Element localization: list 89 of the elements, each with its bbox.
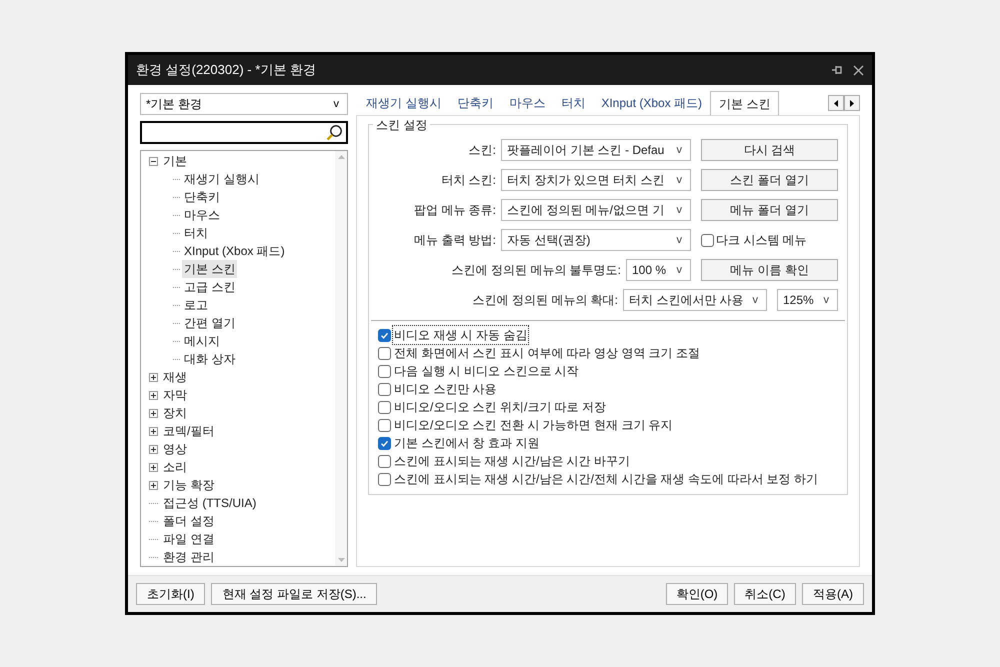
checkbox-label[interactable]: 다크 시스템 메뉴	[716, 231, 807, 249]
checkbox-label[interactable]: 스킨에 표시되는 재생 시간/남은 시간 바꾸기	[393, 452, 632, 470]
checkbox-label[interactable]: 비디오 스킨만 사용	[393, 380, 498, 398]
collapse-icon[interactable]	[149, 156, 158, 166]
tree-item[interactable]: 고급 스킨	[182, 278, 238, 296]
tree-item[interactable]: 단축키	[182, 188, 222, 206]
checkbox[interactable]	[378, 454, 391, 468]
checkbox[interactable]	[378, 472, 391, 486]
dropdown[interactable]: 자동 선택(권장) v	[501, 229, 691, 251]
search-field[interactable]	[140, 121, 348, 144]
field-label: 팝업 메뉴 종류:	[414, 202, 496, 219]
tree-item[interactable]: 로고	[182, 296, 210, 314]
checkbox-label[interactable]: 비디오/오디오 스킨 위치/크기 따로 저장	[393, 398, 608, 416]
tree-item[interactable]: 파일 연결	[161, 530, 216, 548]
tree-item[interactable]: 재생기 실행시	[182, 170, 262, 188]
checkbox[interactable]	[378, 364, 391, 378]
tree-item[interactable]: 코덱/필터	[161, 422, 216, 440]
scroll-right-button[interactable]	[844, 95, 860, 111]
right-arrow-icon	[850, 100, 854, 106]
pin-icon[interactable]	[831, 64, 843, 76]
checkbox-label[interactable]: 다음 실행 시 비디오 스킨으로 시작	[393, 362, 580, 380]
close-icon[interactable]	[853, 64, 864, 76]
field-label: 스킨에 정의된 메뉴의 확대:	[472, 292, 618, 309]
tree-item[interactable]: 기능 확장	[161, 476, 216, 494]
button[interactable]: 메뉴 폴더 열기	[701, 199, 838, 221]
expand-icon[interactable]	[149, 462, 158, 472]
profile-dropdown[interactable]: *기본 환경 v	[140, 93, 348, 115]
tree-item[interactable]: 자막	[161, 386, 189, 404]
expand-icon[interactable]	[149, 390, 158, 400]
checkbox-label[interactable]: 기본 스킨에서 창 효과 지원	[393, 434, 540, 452]
tree-item[interactable]: 마우스	[182, 206, 222, 224]
tab[interactable]: 마우스	[501, 91, 554, 115]
footer-button[interactable]: 현재 설정 파일로 저장(S)...	[211, 583, 378, 605]
field-label: 메뉴 출력 방법:	[414, 232, 496, 249]
tree-item[interactable]: 메시지	[182, 332, 222, 350]
dropdown[interactable]: 125% v	[777, 289, 838, 311]
tree-item[interactable]: 환경 관리	[161, 548, 216, 566]
checkbox[interactable]	[378, 382, 391, 396]
footer-button[interactable]: 적용(A)	[802, 583, 864, 605]
scroll-left-button[interactable]	[828, 95, 844, 111]
button[interactable]: 메뉴 이름 확인	[701, 259, 838, 281]
tree-item[interactable]: 접근성 (TTS/UIA)	[161, 494, 258, 512]
tree-item[interactable]: 간편 열기	[182, 314, 238, 332]
field-label: 스킨에 정의된 메뉴의 불투명도:	[452, 262, 621, 279]
tab[interactable]: XInput (Xbox 패드)	[593, 91, 710, 115]
checkbox-label[interactable]: 전체 화면에서 스킨 표시 여부에 따라 영상 영역 크기 조절	[393, 344, 702, 362]
expand-icon[interactable]	[149, 426, 158, 436]
expand-icon[interactable]	[149, 408, 158, 418]
footer-button[interactable]: 취소(C)	[734, 583, 796, 605]
checkbox-label[interactable]: 스킨에 표시되는 재생 시간/남은 시간/전체 시간을 재생 속도에 따라서 보정 하기	[393, 470, 820, 488]
button[interactable]: 다시 검색	[701, 139, 838, 161]
field-label: 터치 스킨:	[441, 172, 496, 189]
checkbox[interactable]	[378, 436, 391, 450]
checkbox-label[interactable]: 비디오 재생 시 자동 숨김	[393, 326, 528, 344]
tree-item[interactable]: XInput (Xbox 패드)	[182, 242, 287, 260]
tree-item[interactable]: 기본	[161, 152, 189, 170]
tree-item[interactable]: 소리	[161, 458, 189, 476]
dropdown[interactable]: 팟플레이어 기본 스킨 - Defau v	[501, 139, 691, 161]
dropdown[interactable]: 100 % v	[626, 259, 691, 281]
tab[interactable]: 재생기 실행시	[358, 91, 450, 115]
tree-item[interactable]: 기본 스킨	[182, 260, 238, 278]
tree-item[interactable]: 터치	[182, 224, 210, 242]
tree-item[interactable]: 재생	[161, 368, 189, 386]
tree-item[interactable]: 장치	[161, 404, 189, 422]
tab[interactable]: 터치	[553, 91, 594, 115]
tree-item[interactable]: 대화 상자	[182, 350, 238, 368]
left-arrow-icon	[834, 100, 838, 106]
checkbox[interactable]	[378, 418, 391, 432]
field-label: 스킨:	[468, 142, 496, 159]
dropdown[interactable]: 터치 스킨에서만 사용 v	[623, 289, 767, 311]
expand-icon[interactable]	[149, 480, 158, 490]
expand-icon[interactable]	[149, 444, 158, 454]
tab[interactable]: 단축키	[449, 91, 502, 115]
tab[interactable]: 기본 스킨	[710, 91, 780, 115]
dropdown[interactable]: 스킨에 정의된 메뉴/없으면 기 v	[501, 199, 691, 221]
window-title: 환경 설정(220302) - *기본 환경	[136, 61, 316, 80]
tree-item[interactable]: 폴더 설정	[161, 512, 216, 530]
checkbox[interactable]	[378, 328, 391, 342]
footer-button[interactable]: 초기화(I)	[136, 583, 206, 605]
dropdown[interactable]: 터치 장치가 있으면 터치 스킨 v	[501, 169, 691, 191]
expand-icon[interactable]	[149, 372, 158, 382]
checkbox[interactable]	[701, 234, 714, 246]
checkbox[interactable]	[378, 346, 391, 360]
footer-button[interactable]: 확인(O)	[666, 583, 728, 605]
checkbox[interactable]	[378, 400, 391, 414]
search-icon[interactable]	[326, 124, 343, 141]
checkbox-label[interactable]: 비디오/오디오 스킨 전환 시 가능하면 현재 크기 유지	[393, 416, 674, 434]
button[interactable]: 스킨 폴더 열기	[701, 169, 838, 191]
tree-item[interactable]: 영상	[161, 440, 189, 458]
